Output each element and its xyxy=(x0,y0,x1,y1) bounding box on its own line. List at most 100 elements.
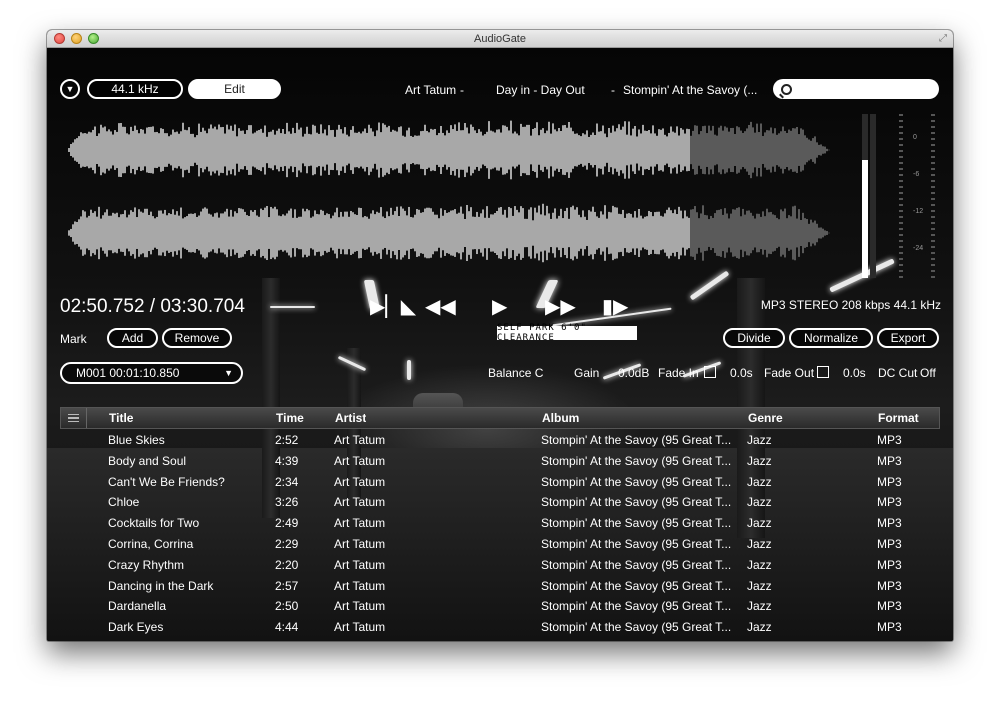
table-row[interactable]: Dardanella 2:50 Art Tatum Stompin' At the S… xyxy=(60,595,940,616)
table-row[interactable]: Crazy Rhythm 2:20 Art Tatum Stompin' At the… xyxy=(60,554,940,575)
column-header-title[interactable]: Title xyxy=(109,411,133,425)
cell-format: MP3 xyxy=(877,474,902,489)
cell-album: Stompin' At the Savoy (95 Great T... xyxy=(541,433,732,447)
cell-genre: Jazz xyxy=(747,433,772,447)
cell-time: 2:20 xyxy=(275,557,299,572)
dc-cut-value[interactable]: Off xyxy=(920,366,936,380)
table-row[interactable]: Can't We Be Friends? 2:34 Art Tatum Stompin… xyxy=(60,471,940,492)
table-row[interactable]: Dancing in the Dark 2:57 Art Tatum Stompin'… xyxy=(60,575,940,596)
gain-value[interactable]: 0.0dB xyxy=(618,366,649,380)
cell-title: Dancing in the Dark xyxy=(108,578,214,593)
player-ui: ▼ 44.1 kHz Edit Art Tatum - Day in - Day… xyxy=(47,48,953,641)
mark-label: Mark xyxy=(60,332,87,346)
now-playing-separator: - xyxy=(460,83,464,97)
divide-button[interactable]: Divide xyxy=(723,328,785,348)
sample-rate-button[interactable]: 44.1 kHz xyxy=(87,79,183,99)
cell-artist: Art Tatum xyxy=(334,620,386,635)
fade-out-checkbox[interactable] xyxy=(817,366,829,378)
marker-select[interactable]: M001 00:01:10.850 ▼ xyxy=(60,362,243,384)
rewind-button[interactable]: ◀◀ xyxy=(425,296,456,318)
fast-forward-button[interactable]: ▶▶ xyxy=(545,296,576,318)
cell-title: Blue Skies xyxy=(108,433,165,447)
cell-album: Stompin' At the Savoy (95 Great T... xyxy=(541,620,732,635)
table-row[interactable]: Chloe 3:26 Art Tatum Stompin' At the Savoy … xyxy=(60,491,940,512)
cell-title: Crazy Rhythm xyxy=(108,557,185,572)
table-header: Title Time Artist Album Genre Format xyxy=(60,407,940,429)
fade-in-checkbox[interactable] xyxy=(704,366,716,378)
column-header-album[interactable]: Album xyxy=(542,411,579,425)
close-window-button[interactable] xyxy=(54,33,65,44)
cell-format: MP3 xyxy=(877,453,902,468)
cell-title: Corrina, Corrina xyxy=(108,536,194,551)
cell-time: 2:57 xyxy=(275,578,299,593)
cell-format: MP3 xyxy=(877,578,902,593)
now-playing-separator: - xyxy=(611,83,615,97)
search-field[interactable] xyxy=(773,79,939,99)
format-info: MP3 STEREO 208 kbps 44.1 kHz xyxy=(760,298,941,312)
cell-format: MP3 xyxy=(877,557,902,572)
cell-album: Stompin' At the Savoy (95 Great T... xyxy=(541,578,732,593)
table-row[interactable]: Body and Soul 4:39 Art Tatum Stompin' At th… xyxy=(60,450,940,471)
marker-select-value: M001 00:01:10.850 xyxy=(76,366,180,380)
audiogate-window: AudioGate ⤢ SELF PARK 6'0" CLEARANCE ▼ 4… xyxy=(47,30,953,641)
cell-title: Can't We Be Friends? xyxy=(108,474,225,489)
balance-control[interactable]: Balance C xyxy=(488,366,543,380)
cell-artist: Art Tatum xyxy=(334,495,386,510)
cell-artist: Art Tatum xyxy=(334,557,386,572)
cell-artist: Art Tatum xyxy=(334,474,386,489)
waveform-right-channel[interactable] xyxy=(67,203,837,263)
cell-format: MP3 xyxy=(877,433,902,447)
now-playing-title: Day in - Day Out xyxy=(496,83,585,97)
cell-time: 4:44 xyxy=(275,620,299,635)
chevron-down-icon[interactable]: ▼ xyxy=(60,79,80,99)
column-menu-icon[interactable] xyxy=(61,408,87,428)
fade-in-value[interactable]: 0.0s xyxy=(730,366,753,380)
export-button[interactable]: Export xyxy=(877,328,939,348)
table-row[interactable]: Corrina, Corrina 2:29 Art Tatum Stompin' At… xyxy=(60,533,940,554)
now-playing-album: Stompin' At the Savoy (... xyxy=(623,83,758,97)
cell-genre: Jazz xyxy=(747,453,772,468)
cell-title: Chloe xyxy=(108,495,140,510)
normalize-button[interactable]: Normalize xyxy=(789,328,873,348)
column-header-format[interactable]: Format xyxy=(878,411,919,425)
previous-track-button[interactable]: ▶▏◣ xyxy=(370,296,416,318)
level-meter-left xyxy=(862,114,868,278)
cell-time: 2:49 xyxy=(275,516,299,531)
next-track-button[interactable]: ▮▶ xyxy=(602,296,628,318)
meter-scale-label: -24 xyxy=(913,245,924,252)
cell-title: Dark Eyes xyxy=(108,620,164,635)
table-row[interactable]: Cocktails for Two 2:49 Art Tatum Stompin' A… xyxy=(60,512,940,533)
cell-album: Stompin' At the Savoy (95 Great T... xyxy=(541,474,732,489)
track-table: Title Time Artist Album Genre Format Blu… xyxy=(60,407,940,637)
cell-album: Stompin' At the Savoy (95 Great T... xyxy=(541,516,732,531)
search-input[interactable] xyxy=(796,83,926,95)
cell-artist: Art Tatum xyxy=(334,536,386,551)
cell-artist: Art Tatum xyxy=(334,433,386,447)
cell-artist: Art Tatum xyxy=(334,516,386,531)
cell-genre: Jazz xyxy=(747,557,772,572)
now-playing-artist: Art Tatum xyxy=(405,83,457,97)
fullscreen-icon[interactable]: ⤢ xyxy=(939,33,947,44)
cell-format: MP3 xyxy=(877,599,902,614)
cell-format: MP3 xyxy=(877,516,902,531)
fade-out-value[interactable]: 0.0s xyxy=(843,366,866,380)
column-header-artist[interactable]: Artist xyxy=(335,411,366,425)
chevron-down-icon: ▼ xyxy=(224,368,233,378)
remove-mark-button[interactable]: Remove xyxy=(162,328,232,348)
column-header-genre[interactable]: Genre xyxy=(748,411,783,425)
waveform-left-channel[interactable] xyxy=(67,120,837,180)
cell-genre: Jazz xyxy=(747,578,772,593)
cell-genre: Jazz xyxy=(747,620,772,635)
play-button[interactable]: ▶ xyxy=(492,296,507,318)
table-row[interactable]: Dark Eyes 4:44 Art Tatum Stompin' At the Sa… xyxy=(60,616,940,637)
cell-genre: Jazz xyxy=(747,516,772,531)
cell-format: MP3 xyxy=(877,536,902,551)
column-header-time[interactable]: Time xyxy=(276,411,304,425)
edit-button[interactable]: Edit xyxy=(188,79,281,99)
table-row[interactable]: Blue Skies 2:52 Art Tatum Stompin' At the S… xyxy=(60,429,940,450)
add-mark-button[interactable]: Add xyxy=(107,328,158,348)
cell-format: MP3 xyxy=(877,495,902,510)
minimize-window-button[interactable] xyxy=(71,33,82,44)
cell-album: Stompin' At the Savoy (95 Great T... xyxy=(541,599,732,614)
zoom-window-button[interactable] xyxy=(88,33,99,44)
